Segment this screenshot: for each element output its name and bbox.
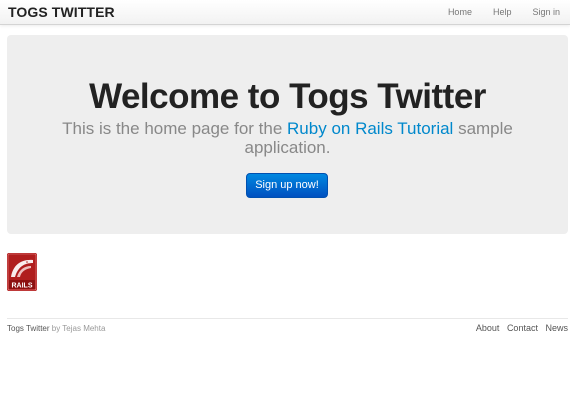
footer: Togs Twitter by Tejas Mehta About Contac…	[7, 318, 568, 333]
footer-contact-link[interactable]: Contact	[507, 323, 538, 333]
rails-logo-text: RAILS	[12, 282, 33, 289]
brand-logo-link[interactable]: TOGS TWITTER	[8, 4, 115, 20]
top-navbar: TOGS TWITTER Home Help Sign in	[0, 0, 570, 25]
footer-credit: Togs Twitter by Tejas Mehta	[7, 324, 105, 333]
footer-links: About Contact News	[471, 323, 568, 333]
footer-author: by Tejas Mehta	[49, 324, 106, 333]
rails-tutorial-link[interactable]: Ruby on Rails Tutorial	[287, 119, 453, 138]
footer-site-link[interactable]: Togs Twitter	[7, 324, 50, 333]
hero-unit: Welcome to Togs Twitter This is the home…	[7, 35, 568, 234]
nav-help-link[interactable]: Help	[493, 7, 512, 17]
footer-about-link[interactable]: About	[476, 323, 500, 333]
footer-news-link[interactable]: News	[545, 323, 568, 333]
hero-title: Welcome to Togs Twitter	[89, 77, 486, 116]
nav-home-link[interactable]: Home	[448, 7, 472, 17]
rails-logo-icon[interactable]: RAILS	[7, 253, 37, 291]
lead-text-start: This is the home page for the	[62, 119, 288, 138]
nav-sign-in-link[interactable]: Sign in	[532, 7, 560, 17]
hero-lead-text: This is the home page for the Ruby on Ra…	[47, 119, 528, 157]
nav-links: Home Help Sign in	[427, 0, 560, 24]
sign-up-button[interactable]: Sign up now!	[246, 173, 328, 198]
